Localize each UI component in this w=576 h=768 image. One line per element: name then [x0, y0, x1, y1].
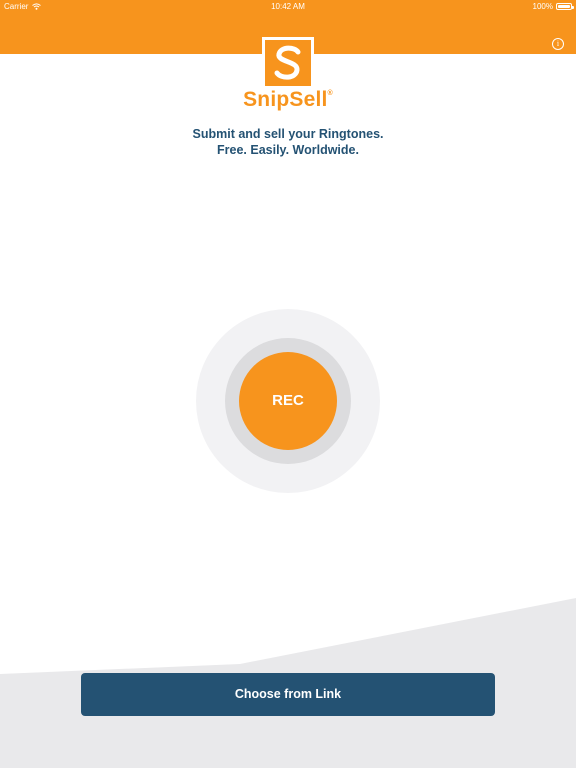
record-button[interactable]: REC: [239, 352, 337, 450]
app-screen: Carrier 10:42 AM 100% i SnipSell® Submit…: [0, 0, 576, 768]
tagline-line-2: Free. Easily. Worldwide.: [217, 143, 359, 157]
battery-percent: 100%: [532, 2, 553, 11]
status-right: 100%: [532, 2, 574, 11]
logo-name: SnipSell: [243, 88, 328, 111]
logo-wordmark: SnipSell®: [0, 88, 576, 112]
tagline: Submit and sell your Ringtones. Free. Ea…: [0, 126, 576, 158]
status-bar: Carrier 10:42 AM 100%: [0, 0, 576, 12]
battery-icon: [556, 3, 574, 10]
info-icon[interactable]: i: [552, 38, 564, 50]
choose-from-link-button[interactable]: Choose from Link: [81, 673, 495, 716]
status-time: 10:42 AM: [271, 2, 305, 11]
trademark-mark: ®: [327, 90, 333, 97]
logo-s-icon: [265, 40, 311, 86]
snipsell-logo-mark: [262, 37, 314, 89]
s-glyph-icon: [274, 45, 301, 80]
tagline-line-1: Submit and sell your Ringtones.: [192, 127, 384, 141]
